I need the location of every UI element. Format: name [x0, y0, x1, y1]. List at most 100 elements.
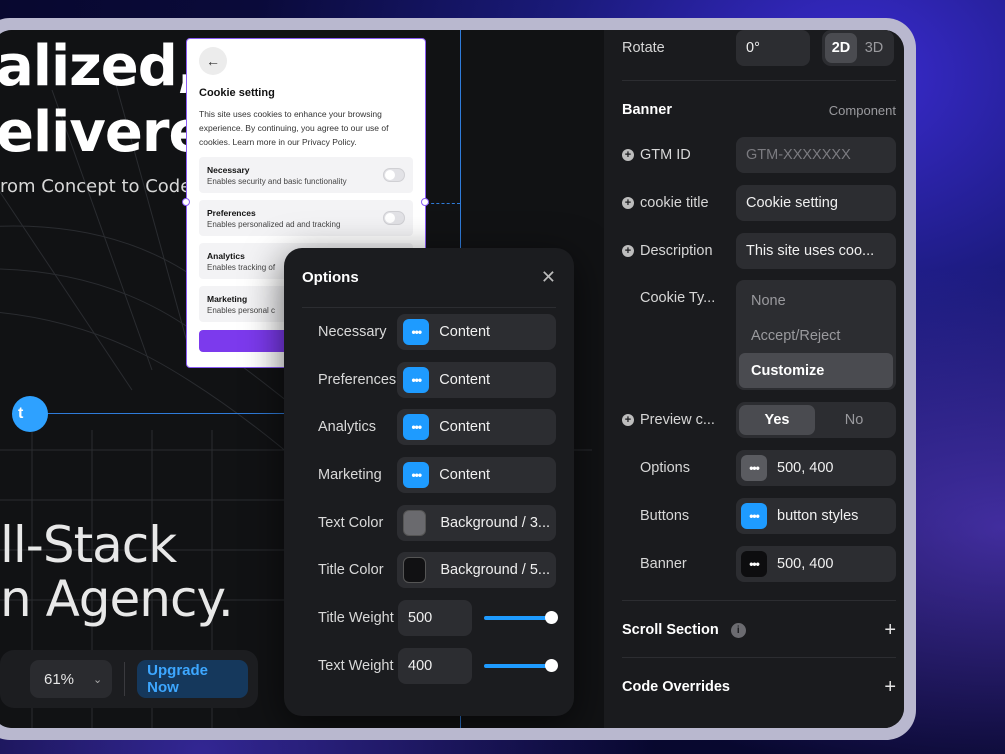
more-dots-icon[interactable]: •••: [741, 551, 767, 577]
cookie-toggle[interactable]: [383, 168, 405, 182]
more-dots-icon[interactable]: •••: [403, 461, 430, 488]
cookie-title-input[interactable]: Cookie setting: [736, 185, 896, 221]
properties-panel: Rotate 0° 2D 3D Banner Component + GTM ID…: [604, 30, 904, 728]
canvas-blue-button[interactable]: t: [12, 396, 48, 432]
text-weight-input[interactable]: 400: [398, 647, 472, 684]
seg-no[interactable]: No: [815, 405, 893, 435]
cookie-row-desc: Enables personalized ad and tracking: [207, 219, 341, 229]
option-label: Marketing: [318, 466, 382, 483]
cookie-type-select[interactable]: None Accept/Reject Customize: [736, 280, 896, 390]
cookie-row-title: Marketing: [207, 293, 248, 304]
gtm-label: GTM ID: [640, 147, 691, 163]
description-label-wrap: + Description: [622, 243, 713, 259]
option-row-marketing: Marketing ••• Content: [302, 451, 556, 499]
more-dots-icon[interactable]: •••: [403, 366, 430, 393]
back-arrow-icon[interactable]: ←: [199, 47, 227, 75]
scroll-section-row[interactable]: Scroll Section i +: [622, 618, 896, 642]
add-circle-icon[interactable]: +: [622, 197, 634, 209]
rotate-row: Rotate 0° 2D 3D: [622, 30, 896, 66]
rotate-value: 0°: [746, 40, 760, 56]
component-tag: Component: [828, 102, 896, 118]
panel-divider: [622, 80, 896, 81]
zoom-value: 61%: [44, 670, 75, 688]
options-field[interactable]: ••• 500, 400: [736, 450, 896, 486]
options-label: Options: [640, 460, 690, 476]
text-color-field[interactable]: Background / 3...: [397, 504, 556, 541]
gtm-row: + GTM ID GTM-XXXXXXX: [622, 137, 896, 173]
hero-heading-line-4: n Agency.: [0, 570, 234, 628]
cookie-type-option-selected[interactable]: Customize: [739, 353, 893, 388]
title-color-field[interactable]: Background / 5...: [397, 552, 556, 589]
options-header: Options ✕: [302, 248, 556, 308]
text-weight-slider[interactable]: [484, 658, 558, 672]
options-title: Options: [302, 269, 359, 286]
more-dots-icon[interactable]: •••: [403, 414, 430, 441]
option-content-field[interactable]: ••• Content: [397, 313, 556, 350]
title-weight-input[interactable]: 500: [398, 599, 472, 636]
banner-field[interactable]: ••• 500, 400: [736, 546, 896, 582]
title-weight-slider[interactable]: [484, 610, 558, 624]
more-dots-icon[interactable]: •••: [741, 455, 767, 481]
upgrade-now-button[interactable]: Upgrade Now: [137, 660, 248, 698]
buttons-field[interactable]: ••• button styles: [736, 498, 896, 534]
cookie-row-desc: Enables tracking of: [207, 262, 276, 272]
option-label: Title Color: [318, 562, 384, 579]
more-dots-icon[interactable]: •••: [741, 503, 767, 529]
seg-yes[interactable]: Yes: [739, 405, 815, 435]
device-frame: alized, elivere rom Concept to Code ll-S…: [0, 18, 916, 740]
buttons-row: Buttons ••• button styles: [622, 498, 896, 534]
info-icon[interactable]: i: [730, 622, 746, 638]
rotate-input[interactable]: 0°: [736, 30, 810, 66]
option-row-text-weight: Text Weight 400: [302, 642, 558, 690]
option-content-field[interactable]: ••• Content: [397, 361, 556, 398]
cookie-toggle[interactable]: [383, 211, 405, 225]
color-swatch[interactable]: [403, 509, 427, 536]
add-circle-icon[interactable]: +: [622, 414, 634, 426]
chevron-down-icon: ⌄: [93, 673, 103, 686]
selection-handle-right[interactable]: [421, 198, 429, 206]
cookie-title-row: + cookie title Cookie setting: [622, 185, 896, 221]
option-label: Text Weight: [318, 657, 394, 674]
cookie-row-desc: Enables personal c: [207, 305, 276, 315]
add-circle-icon[interactable]: +: [622, 245, 634, 257]
add-circle-icon[interactable]: +: [622, 149, 634, 161]
design-canvas[interactable]: alized, elivere rom Concept to Code ll-S…: [0, 30, 604, 728]
cookie-row-necessary: Necessary Enables security and basic func…: [199, 157, 413, 193]
slider-knob[interactable]: [545, 610, 558, 624]
panel-divider: [622, 600, 896, 601]
description-input[interactable]: This site uses coo...: [736, 233, 896, 269]
cookie-row-title: Preferences: [207, 207, 256, 218]
option-label: Necessary: [318, 323, 387, 340]
option-row-title-color: Title Color Background / 5...: [302, 546, 556, 594]
options-row: Options ••• 500, 400: [622, 450, 896, 486]
selection-handle-left[interactable]: [182, 198, 190, 206]
option-content-field[interactable]: ••• Content: [397, 409, 556, 446]
preview-toggle[interactable]: Yes No: [736, 402, 896, 438]
layout-guide-dashed: [426, 203, 460, 204]
banner-row: Banner ••• 500, 400: [622, 546, 896, 582]
color-swatch[interactable]: [403, 557, 427, 584]
cookie-type-option[interactable]: None: [739, 283, 893, 318]
option-row-analytics: Analytics ••• Content: [302, 403, 556, 451]
option-label: Analytics: [318, 419, 377, 436]
gtm-id-input[interactable]: GTM-XXXXXXX: [736, 137, 896, 173]
option-row-necessary: Necessary ••• Content: [302, 308, 556, 356]
cookie-row-preferences: Preferences Enables personalized ad and t…: [199, 200, 413, 236]
close-icon[interactable]: ✕: [541, 267, 556, 288]
hero-subheading: rom Concept to Code: [0, 176, 192, 197]
option-row-preferences: Preferences ••• Content: [302, 356, 556, 404]
seg-2d[interactable]: 2D: [825, 33, 857, 63]
code-overrides-row[interactable]: Code Overrides +: [622, 675, 896, 699]
more-dots-icon[interactable]: •••: [403, 318, 430, 345]
slider-knob[interactable]: [545, 658, 558, 672]
app-window: alized, elivere rom Concept to Code ll-S…: [0, 30, 904, 728]
plus-icon[interactable]: +: [884, 676, 896, 699]
dimension-toggle[interactable]: 2D 3D: [822, 30, 894, 66]
zoom-select[interactable]: 61% ⌄: [30, 660, 113, 698]
cookie-type-option[interactable]: Accept/Reject: [739, 318, 893, 353]
bottom-toolbar: 61% ⌄ Upgrade Now: [0, 650, 258, 708]
option-content-field[interactable]: ••• Content: [397, 456, 556, 493]
seg-3d[interactable]: 3D: [857, 33, 891, 63]
option-value: Background / 5...: [440, 562, 550, 579]
plus-icon[interactable]: +: [884, 619, 896, 642]
